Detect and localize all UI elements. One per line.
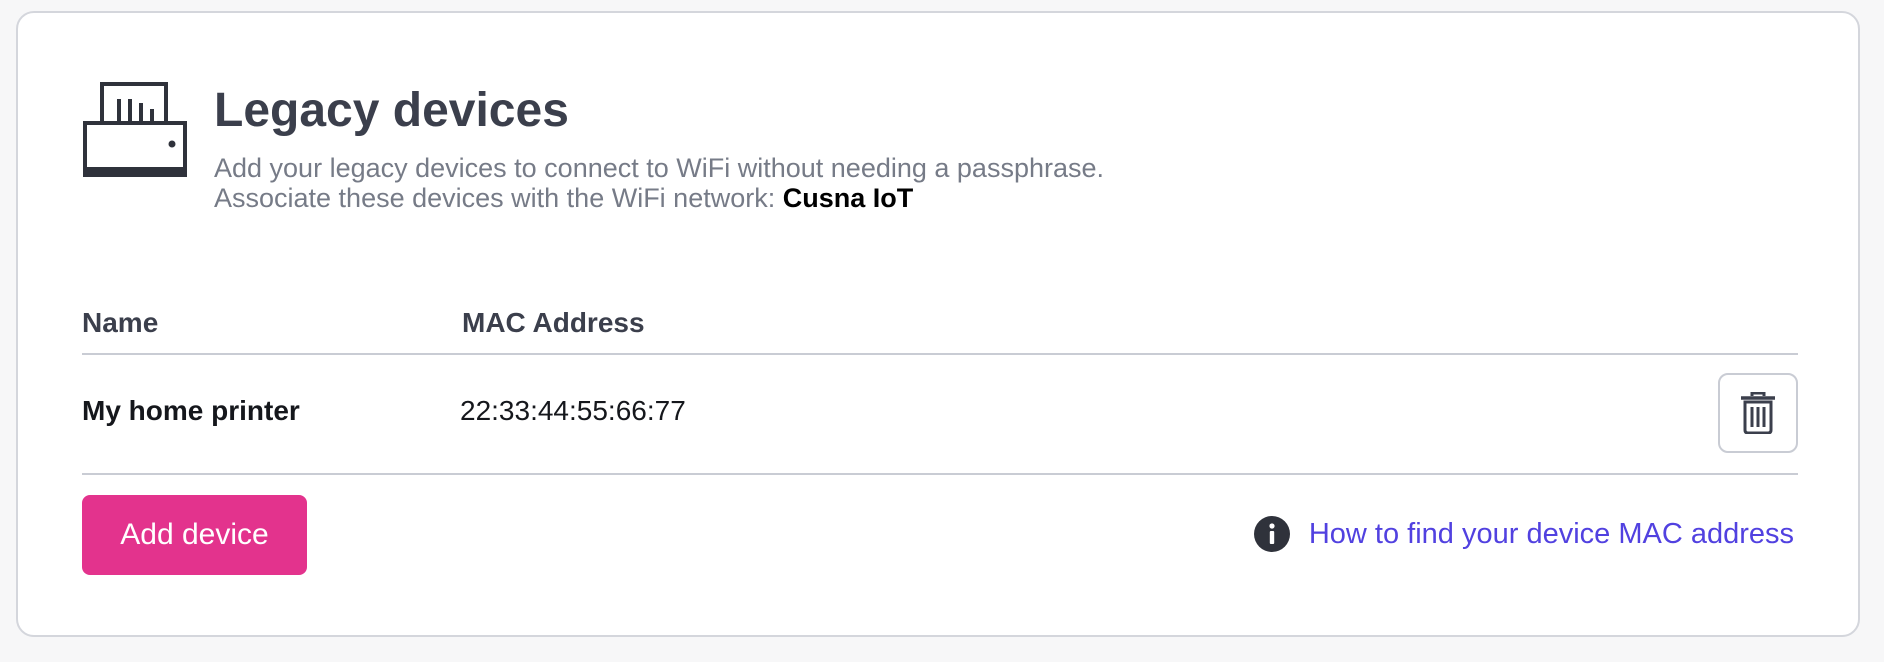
add-device-button[interactable]: Add device [82,495,307,575]
network-name: Cusna IoT [782,183,914,213]
column-header-name: Name [82,307,159,338]
mac-address-help-link[interactable]: How to find your device MAC address [1309,518,1794,551]
device-mac-address: 22:33:44:55:66:77 [460,395,686,426]
mac-address-help: How to find your device MAC address [1253,515,1794,553]
subtitle-line-1: Add your legacy devices to connect to Wi… [214,153,1104,183]
trash-icon [1741,392,1775,434]
legacy-devices-card: Legacy devices Add your legacy devices t… [16,11,1860,637]
page-title: Legacy devices [214,84,569,137]
table-row: My home printer 22:33:44:55:66:77 [18,355,1862,473]
printer-icon [83,82,187,177]
device-name: My home printer [82,395,300,426]
delete-device-button[interactable] [1718,373,1798,453]
subtitle-line-2: Associate these devices with the WiFi ne… [214,183,1104,213]
subtitle-line-2-prefix: Associate these devices with the WiFi ne… [214,183,776,213]
subtitle: Add your legacy devices to connect to Wi… [214,153,1104,213]
table-row-divider [82,473,1798,475]
info-icon [1253,516,1290,552]
column-header-mac-address: MAC Address [462,307,645,338]
